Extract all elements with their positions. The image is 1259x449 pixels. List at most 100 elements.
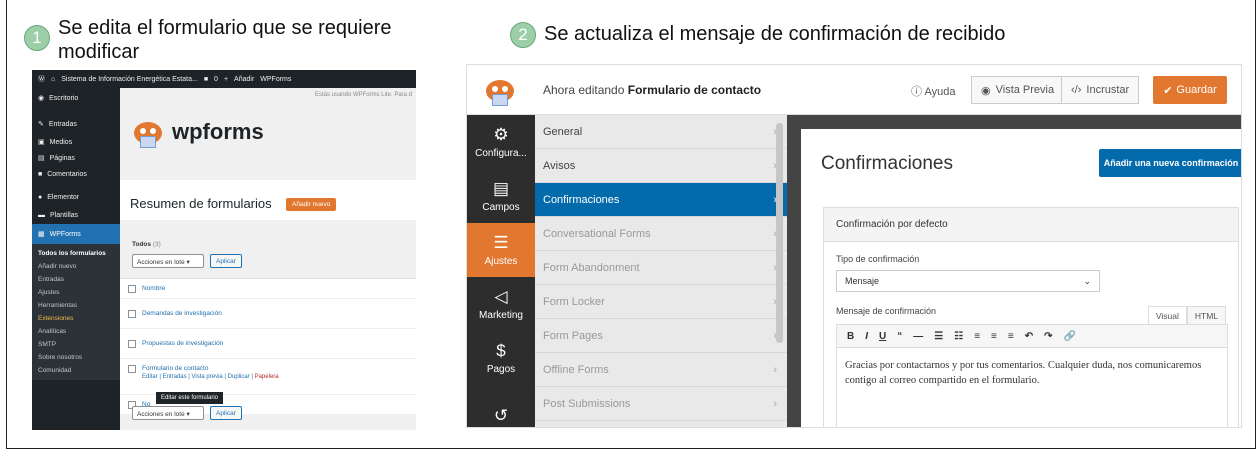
page-title: Resumen de formularios [130, 196, 272, 211]
site-name-link[interactable]: Sistema de Información Energética Estata… [61, 76, 198, 83]
comments-icon[interactable]: ■ [204, 76, 208, 83]
row-checkbox[interactable] [128, 365, 136, 373]
subnav-form-locker[interactable]: Form Locker› [535, 285, 787, 319]
align-center-icon[interactable]: ≡ [991, 331, 997, 342]
underline-icon[interactable]: U [879, 331, 886, 342]
home-icon: ⌂ [51, 75, 56, 83]
nav-label: Pagos [486, 363, 516, 375]
preview-link[interactable]: Vista previa [192, 374, 223, 380]
tab-html[interactable]: HTML [1186, 306, 1226, 326]
folder-icon: ▬ [38, 211, 45, 219]
nav-fields[interactable]: ▤ Campos [467, 169, 535, 223]
step-1: 1 Se edita el formulario que se requiere… [24, 16, 444, 64]
column-name-header[interactable]: Nombre [142, 285, 165, 292]
undo-icon[interactable]: ↶ [1025, 331, 1033, 342]
submenu-todos-los-formularios[interactable]: Todos los formularios [32, 247, 120, 260]
wpforms-bear-logo[interactable] [467, 65, 535, 115]
form-name: Formulario de contacto [627, 83, 762, 97]
subnav-avisos[interactable]: Avisos› [535, 149, 787, 183]
subnav-general[interactable]: General› [535, 115, 787, 149]
form-title-link[interactable]: Demandas de investigación [142, 310, 222, 317]
strikethrough-icon[interactable]: — [913, 331, 923, 342]
nav-payments[interactable]: $ Pagos [467, 331, 535, 385]
bold-icon[interactable]: B [847, 331, 854, 342]
sidebar-item-elementor[interactable]: ● Elementor [32, 188, 120, 206]
help-button[interactable]: ⓘ Ayuda [911, 83, 955, 99]
wpforms-link[interactable]: WPForms [260, 76, 291, 83]
submenu-smtp[interactable]: SMTP [32, 338, 120, 351]
sidebar-item-label: Comentarios [47, 170, 87, 178]
row-checkbox[interactable] [128, 309, 136, 318]
numbered-list-icon[interactable]: ☷ [954, 331, 963, 342]
sidebar-item-entradas[interactable]: ✎ Entradas [32, 114, 120, 134]
sidebar-item-wpforms[interactable]: ▦ WPForms [32, 224, 120, 244]
check-icon: ✔ [1163, 84, 1173, 97]
subnav-offline-forms[interactable]: Offline Forms › [535, 353, 787, 387]
sidebar-item-escritorio[interactable]: ◉ Escritorio [32, 88, 120, 108]
submenu-anadir-nuevo[interactable]: Añadir nuevo [32, 260, 120, 273]
nav-settings[interactable]: ☰ Ajustes [467, 223, 535, 277]
duplicate-link[interactable]: Duplicar [228, 374, 250, 380]
wordpress-icon[interactable]: Ⓦ [38, 74, 45, 84]
link-icon[interactable]: 🔗 [1064, 331, 1076, 342]
trash-link[interactable]: Papelera [255, 374, 279, 380]
submenu-entradas[interactable]: Entradas [32, 273, 120, 286]
subnav-confirmaciones[interactable]: Confirmaciones› [535, 183, 787, 217]
sidebar-item-medios[interactable]: ▣ Medios [32, 134, 120, 150]
submenu-sobre-nosotros[interactable]: Sobre nosotros [32, 351, 120, 364]
preview-button[interactable]: ◉ Vista Previa [971, 76, 1065, 104]
sidebar-item-label: Plantillas [50, 211, 79, 219]
submenu-herramientas[interactable]: Herramientas [32, 299, 120, 312]
eye-icon: ◉ [981, 84, 991, 97]
select-all-checkbox[interactable] [128, 284, 136, 293]
sidebar-item-paginas[interactable]: ▤ Páginas [32, 150, 120, 166]
submenu-extensiones[interactable]: Extensiones [32, 312, 120, 325]
nav-marketing[interactable]: ◁ Marketing [467, 277, 535, 331]
apply-button-top[interactable]: Aplicar [210, 254, 242, 268]
apply-button-bottom[interactable]: Aplicar [210, 406, 242, 420]
tab-visual[interactable]: Visual [1147, 306, 1187, 326]
align-right-icon[interactable]: ≡ [1008, 331, 1014, 342]
confirmation-type-select[interactable]: Mensaje ⌄ [836, 270, 1100, 292]
chevron-right-icon: › [773, 397, 777, 410]
subnav-form-abandonment[interactable]: Form Abandonment› [535, 251, 787, 285]
filter-all[interactable]: Todos (3) [132, 241, 161, 248]
add-new-link[interactable]: Añadir [234, 76, 254, 83]
admin-sidebar: ◉ Escritorio ✎ Entradas ▣ Medios ▤ Páginas ■… [32, 88, 120, 430]
form-title-link[interactable]: Propuestas de investigación [142, 340, 223, 347]
sidebar-item-plantillas[interactable]: ▬ Plantillas [32, 206, 120, 224]
history-icon: ↺ [493, 406, 509, 425]
table-row-contact-form: Formulario de contacto Editar | Entradas… [120, 359, 416, 395]
subnav-post-submissions[interactable]: Post Submissions › [535, 387, 787, 421]
table-row: Propuestas de investigación [120, 329, 416, 359]
add-new-button[interactable]: Añadir nuevo [286, 198, 337, 211]
submenu-comunidad[interactable]: Comunidad [32, 364, 120, 377]
nav-setup[interactable]: ⚙ Configura... [467, 115, 535, 169]
embed-button[interactable]: ‹/› Incrustar [1061, 76, 1140, 104]
subnav-conversational-forms[interactable]: Conversational Forms› [535, 217, 787, 251]
italic-icon[interactable]: I [865, 331, 868, 342]
submenu-analiticas[interactable]: Analíticas [32, 325, 120, 338]
redo-icon[interactable]: ↷ [1044, 331, 1052, 342]
type-label: Tipo de confirmación [836, 254, 920, 264]
entries-link[interactable]: Entradas [163, 374, 187, 380]
bulk-actions-select-top[interactable]: Acciones en lote ▾ [132, 254, 204, 268]
confirmation-message-editor[interactable]: Gracias por contactarnos y por tus comen… [836, 348, 1228, 427]
edit-link[interactable]: Editar [142, 374, 158, 380]
subnav-form-pages[interactable]: Form Pages› [535, 319, 787, 353]
align-left-icon[interactable]: ≡ [974, 331, 980, 342]
card-title[interactable]: Confirmación por defecto [824, 208, 1238, 242]
wp-admin-screenshot: Ⓦ ⌂ Sistema de Información Energética Es… [32, 70, 416, 430]
bulk-actions-select-bottom[interactable]: Acciones en lote ▾ [132, 406, 204, 420]
row-checkbox[interactable] [128, 339, 136, 348]
save-button[interactable]: ✔ Guardar [1153, 76, 1227, 104]
bullet-list-icon[interactable]: ☰ [934, 331, 943, 342]
sidebar-item-comentarios[interactable]: ■ Comentarios [32, 166, 120, 182]
add-confirmation-button[interactable]: Añadir una nueva confirmación [1099, 149, 1241, 177]
nav-revisions[interactable]: ↺ [467, 385, 535, 425]
submenu-ajustes[interactable]: Ajustes [32, 286, 120, 299]
nav-label: Campos [482, 201, 520, 213]
quote-icon[interactable]: “ [897, 331, 902, 342]
form-title-link[interactable]: Formulario de contacto [142, 365, 279, 372]
subnav-scrollbar[interactable] [776, 123, 783, 343]
